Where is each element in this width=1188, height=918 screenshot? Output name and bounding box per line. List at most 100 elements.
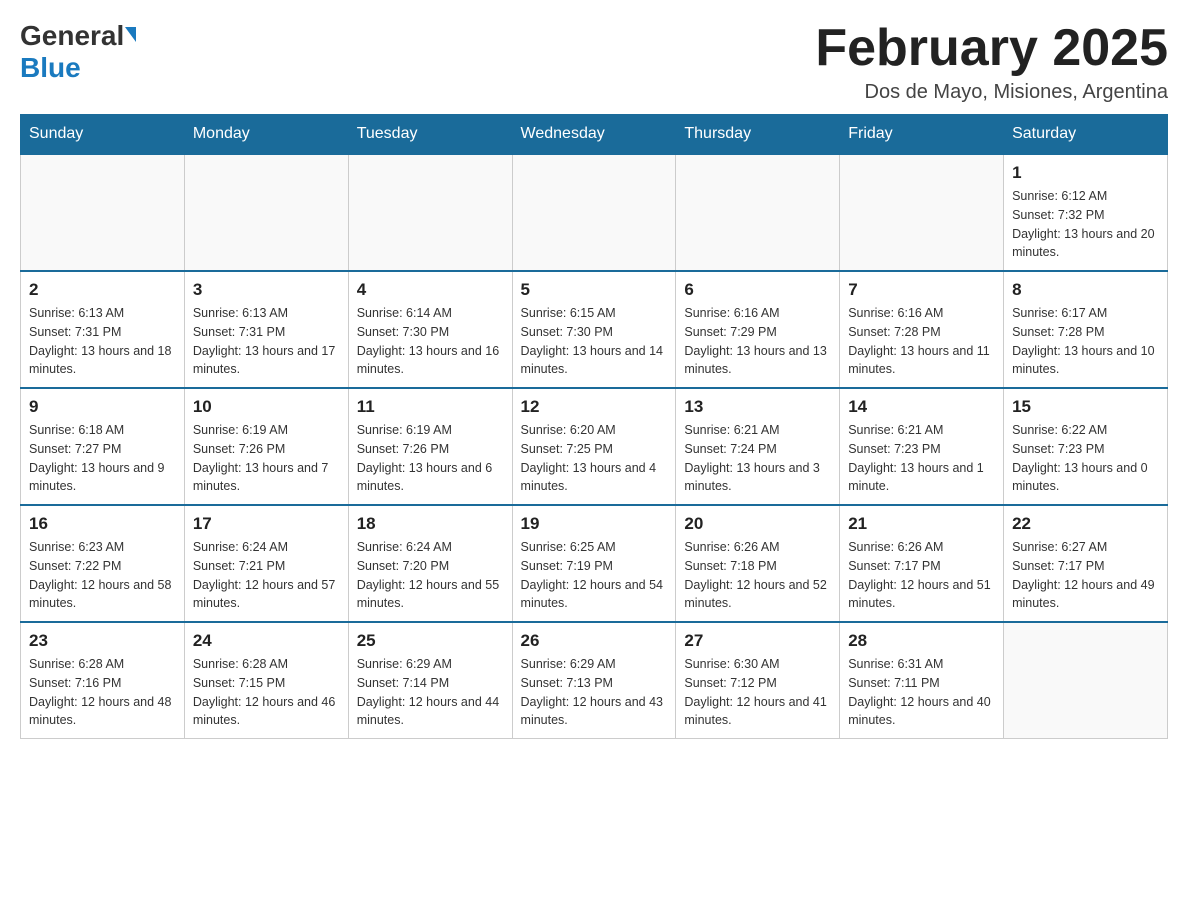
calendar-cell: 2 Sunrise: 6:13 AMSunset: 7:31 PMDaylight… — [21, 271, 185, 388]
calendar-week-row: 2 Sunrise: 6:13 AMSunset: 7:31 PMDaylight… — [21, 271, 1168, 388]
day-number: 14 — [848, 397, 995, 417]
day-number: 15 — [1012, 397, 1159, 417]
sun-info: Sunrise: 6:15 AMSunset: 7:30 PMDaylight:… — [521, 304, 668, 379]
calendar-week-row: 9Sunrise: 6:18 AMSunset: 7:27 PMDaylight… — [21, 388, 1168, 505]
calendar-cell — [184, 154, 348, 271]
calendar-cell: 12 Sunrise: 6:20 AMSunset: 7:25 PMDayligh… — [512, 388, 676, 505]
calendar-week-row: 1 Sunrise: 6:12 AMSunset: 7:32 PMDaylight… — [21, 154, 1168, 271]
calendar-cell — [676, 154, 840, 271]
sun-info: Sunrise: 6:21 AMSunset: 7:23 PMDaylight:… — [848, 421, 995, 496]
day-number: 28 — [848, 631, 995, 651]
calendar-cell — [21, 154, 185, 271]
calendar-header-monday: Monday — [184, 115, 348, 155]
calendar-header-row: SundayMondayTuesdayWednesdayThursdayFrid… — [21, 115, 1168, 155]
location-subtitle: Dos de Mayo, Misiones, Argentina — [815, 81, 1168, 104]
day-number: 7 — [848, 280, 995, 300]
sun-info: Sunrise: 6:31 AMSunset: 7:11 PMDaylight:… — [848, 655, 995, 730]
day-number: 19 — [521, 514, 668, 534]
calendar-cell: 10Sunrise: 6:19 AMSunset: 7:26 PMDayligh… — [184, 388, 348, 505]
day-number: 12 — [521, 397, 668, 417]
sun-info: Sunrise: 6:20 AMSunset: 7:25 PMDaylight:… — [521, 421, 668, 496]
calendar-cell — [512, 154, 676, 271]
calendar-cell — [1004, 622, 1168, 739]
day-number: 5 — [521, 280, 668, 300]
calendar-cell: 8 Sunrise: 6:17 AMSunset: 7:28 PMDaylight… — [1004, 271, 1168, 388]
sun-info: Sunrise: 6:27 AMSunset: 7:17 PMDaylight:… — [1012, 538, 1159, 613]
calendar-cell: 7Sunrise: 6:16 AMSunset: 7:28 PMDaylight… — [840, 271, 1004, 388]
day-number: 2 — [29, 280, 176, 300]
logo-general: General — [20, 20, 124, 52]
day-number: 9 — [29, 397, 176, 417]
calendar-cell: 5 Sunrise: 6:15 AMSunset: 7:30 PMDaylight… — [512, 271, 676, 388]
calendar-cell: 6 Sunrise: 6:16 AMSunset: 7:29 PMDaylight… — [676, 271, 840, 388]
sun-info: Sunrise: 6:16 AMSunset: 7:29 PMDaylight:… — [684, 304, 831, 379]
page-header: General Blue February 2025 Dos de Mayo, … — [20, 20, 1168, 104]
sun-info: Sunrise: 6:24 AMSunset: 7:21 PMDaylight:… — [193, 538, 340, 613]
calendar-cell: 25 Sunrise: 6:29 AMSunset: 7:14 PMDayligh… — [348, 622, 512, 739]
sun-info: Sunrise: 6:22 AMSunset: 7:23 PMDaylight:… — [1012, 421, 1159, 496]
day-number: 13 — [684, 397, 831, 417]
title-area: February 2025 Dos de Mayo, Misiones, Arg… — [815, 20, 1168, 104]
calendar-cell: 17 Sunrise: 6:24 AMSunset: 7:21 PMDayligh… — [184, 505, 348, 622]
calendar-cell: 9Sunrise: 6:18 AMSunset: 7:27 PMDaylight… — [21, 388, 185, 505]
day-number: 16 — [29, 514, 176, 534]
calendar-header-saturday: Saturday — [1004, 115, 1168, 155]
sun-info: Sunrise: 6:25 AMSunset: 7:19 PMDaylight:… — [521, 538, 668, 613]
sun-info: Sunrise: 6:28 AMSunset: 7:16 PMDaylight:… — [29, 655, 176, 730]
calendar-cell: 14 Sunrise: 6:21 AMSunset: 7:23 PMDayligh… — [840, 388, 1004, 505]
calendar-table: SundayMondayTuesdayWednesdayThursdayFrid… — [20, 114, 1168, 739]
calendar-header-wednesday: Wednesday — [512, 115, 676, 155]
calendar-week-row: 23 Sunrise: 6:28 AMSunset: 7:16 PMDayligh… — [21, 622, 1168, 739]
sun-info: Sunrise: 6:14 AMSunset: 7:30 PMDaylight:… — [357, 304, 504, 379]
calendar-cell: 28 Sunrise: 6:31 AMSunset: 7:11 PMDayligh… — [840, 622, 1004, 739]
logo: General Blue — [20, 20, 136, 84]
calendar-header-sunday: Sunday — [21, 115, 185, 155]
sun-info: Sunrise: 6:24 AMSunset: 7:20 PMDaylight:… — [357, 538, 504, 613]
day-number: 1 — [1012, 163, 1159, 183]
sun-info: Sunrise: 6:21 AMSunset: 7:24 PMDaylight:… — [684, 421, 831, 496]
day-number: 18 — [357, 514, 504, 534]
sun-info: Sunrise: 6:26 AMSunset: 7:18 PMDaylight:… — [684, 538, 831, 613]
sun-info: Sunrise: 6:29 AMSunset: 7:13 PMDaylight:… — [521, 655, 668, 730]
sun-info: Sunrise: 6:12 AMSunset: 7:32 PMDaylight:… — [1012, 187, 1159, 262]
day-number: 21 — [848, 514, 995, 534]
day-number: 23 — [29, 631, 176, 651]
day-number: 8 — [1012, 280, 1159, 300]
calendar-cell: 20 Sunrise: 6:26 AMSunset: 7:18 PMDayligh… — [676, 505, 840, 622]
calendar-cell: 1 Sunrise: 6:12 AMSunset: 7:32 PMDaylight… — [1004, 154, 1168, 271]
sun-info: Sunrise: 6:19 AMSunset: 7:26 PMDaylight:… — [357, 421, 504, 496]
calendar-cell: 16 Sunrise: 6:23 AMSunset: 7:22 PMDayligh… — [21, 505, 185, 622]
sun-info: Sunrise: 6:30 AMSunset: 7:12 PMDaylight:… — [684, 655, 831, 730]
day-number: 25 — [357, 631, 504, 651]
logo-arrow-icon — [125, 27, 136, 42]
day-number: 4 — [357, 280, 504, 300]
calendar-header-tuesday: Tuesday — [348, 115, 512, 155]
calendar-cell: 3 Sunrise: 6:13 AMSunset: 7:31 PMDaylight… — [184, 271, 348, 388]
day-number: 26 — [521, 631, 668, 651]
calendar-cell: 27 Sunrise: 6:30 AMSunset: 7:12 PMDayligh… — [676, 622, 840, 739]
calendar-cell: 22 Sunrise: 6:27 AMSunset: 7:17 PMDayligh… — [1004, 505, 1168, 622]
day-number: 20 — [684, 514, 831, 534]
sun-info: Sunrise: 6:13 AMSunset: 7:31 PMDaylight:… — [193, 304, 340, 379]
day-number: 11 — [357, 397, 504, 417]
sun-info: Sunrise: 6:23 AMSunset: 7:22 PMDaylight:… — [29, 538, 176, 613]
calendar-cell — [348, 154, 512, 271]
calendar-cell: 21 Sunrise: 6:26 AMSunset: 7:17 PMDayligh… — [840, 505, 1004, 622]
sun-info: Sunrise: 6:29 AMSunset: 7:14 PMDaylight:… — [357, 655, 504, 730]
sun-info: Sunrise: 6:17 AMSunset: 7:28 PMDaylight:… — [1012, 304, 1159, 379]
calendar-cell: 26 Sunrise: 6:29 AMSunset: 7:13 PMDayligh… — [512, 622, 676, 739]
day-number: 6 — [684, 280, 831, 300]
sun-info: Sunrise: 6:26 AMSunset: 7:17 PMDaylight:… — [848, 538, 995, 613]
logo-blue: Blue — [20, 52, 81, 83]
calendar-cell: 11 Sunrise: 6:19 AMSunset: 7:26 PMDayligh… — [348, 388, 512, 505]
sun-info: Sunrise: 6:19 AMSunset: 7:26 PMDaylight:… — [193, 421, 340, 496]
month-title: February 2025 — [815, 20, 1168, 77]
day-number: 3 — [193, 280, 340, 300]
day-number: 17 — [193, 514, 340, 534]
day-number: 27 — [684, 631, 831, 651]
calendar-cell: 13 Sunrise: 6:21 AMSunset: 7:24 PMDayligh… — [676, 388, 840, 505]
sun-info: Sunrise: 6:13 AMSunset: 7:31 PMDaylight:… — [29, 304, 176, 379]
day-number: 22 — [1012, 514, 1159, 534]
calendar-cell: 19 Sunrise: 6:25 AMSunset: 7:19 PMDayligh… — [512, 505, 676, 622]
calendar-cell: 4 Sunrise: 6:14 AMSunset: 7:30 PMDaylight… — [348, 271, 512, 388]
